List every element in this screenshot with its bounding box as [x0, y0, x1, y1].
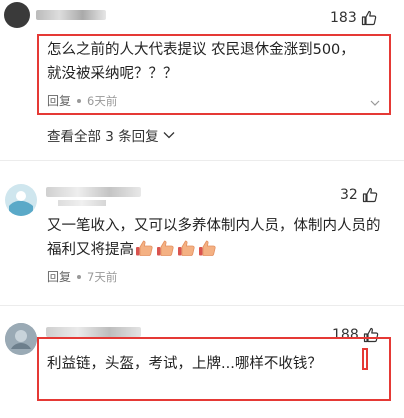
- username-blurred[interactable]: [46, 327, 141, 337]
- like-count: 183: [330, 10, 357, 26]
- view-all-replies-label: 查看全部 3 条回复: [47, 129, 159, 145]
- user-meta-blurred: [58, 200, 106, 206]
- thumbs-up-emoji-icon: [157, 240, 174, 256]
- timestamp: 6天前: [87, 93, 118, 108]
- thumbs-up-icon: [362, 187, 378, 203]
- divider: [0, 305, 404, 306]
- comment-text: 利益链，头盔，考试，上牌...哪样不收钱？: [47, 356, 322, 372]
- comment-text: 又一笔收入，又可以多养体制内人员，体制内人员的福利又将提高: [47, 214, 387, 262]
- like-count: 32: [340, 187, 358, 203]
- thumbs-up-icon: [361, 10, 376, 26]
- username-blurred[interactable]: [46, 187, 141, 197]
- reply-button[interactable]: 回复: [47, 268, 71, 285]
- more-options-icon[interactable]: [370, 93, 380, 106]
- comment-meta: 回复 7天前: [47, 268, 117, 285]
- comment-text: 怎么之前的人大代表提议 农民退休金涨到500，就没被采纳呢？？？: [47, 42, 355, 82]
- avatar[interactable]: [5, 184, 37, 216]
- divider: [0, 160, 404, 161]
- view-all-replies-link[interactable]: 查看全部 3 条回复: [47, 125, 175, 145]
- avatar[interactable]: [5, 323, 37, 355]
- like-button[interactable]: 32: [340, 187, 378, 203]
- timestamp: 7天前: [87, 269, 118, 284]
- username-blurred[interactable]: [36, 10, 106, 20]
- separator-dot: [77, 98, 82, 103]
- avatar[interactable]: [4, 2, 30, 28]
- red-marker: [362, 348, 368, 370]
- thumbs-up-emoji-icon: [136, 240, 153, 256]
- thumbs-up-emoji-icon: [178, 240, 195, 256]
- emoji-row: [134, 240, 218, 258]
- chevron-down-icon: [163, 132, 175, 139]
- separator-dot: [77, 274, 82, 279]
- comment-meta: 回复 6天前: [47, 92, 117, 109]
- thumbs-up-emoji-icon: [199, 240, 216, 256]
- reply-button[interactable]: 回复: [47, 92, 71, 109]
- like-button[interactable]: 183: [330, 10, 377, 26]
